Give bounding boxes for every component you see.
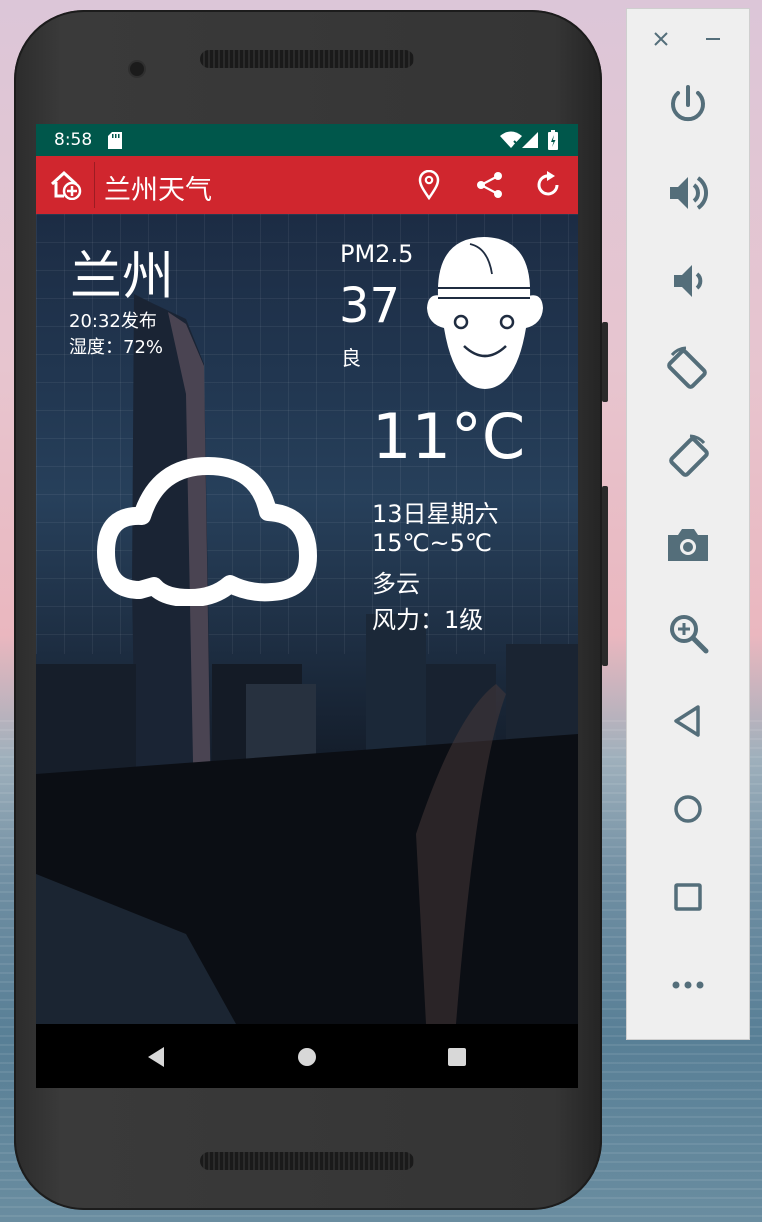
add-city-icon[interactable] — [50, 170, 82, 200]
phone-screen: 8:58 兰州天气 兰州 20:32发布 湿度：72% PM2.5 37 良 1… — [36, 124, 578, 1088]
back-icon[interactable] — [664, 697, 712, 745]
power-icon[interactable] — [664, 81, 712, 129]
emulator-toolbar — [626, 8, 750, 1040]
rotate-right-icon[interactable] — [664, 433, 712, 481]
app-bar-divider — [94, 162, 95, 208]
humidity: 湿度：72% — [69, 337, 164, 358]
status-bar: 8:58 — [36, 124, 578, 156]
status-time: 8:58 — [54, 130, 93, 150]
pm25-value: 37 — [339, 278, 401, 334]
sd-card-icon — [108, 132, 122, 149]
camera-icon[interactable] — [664, 521, 712, 569]
volume-up-icon[interactable] — [664, 169, 712, 217]
current-temperature: 11°C — [372, 400, 526, 473]
app-title: 兰州天气 — [104, 175, 212, 206]
nav-overview-icon[interactable] — [446, 1046, 468, 1068]
date-weekday: 13日星期六 — [372, 500, 499, 528]
power-side-button — [602, 322, 608, 402]
nav-home-icon[interactable] — [296, 1046, 318, 1068]
volume-down-icon[interactable] — [664, 257, 712, 305]
navigation-bar — [36, 1024, 578, 1088]
wind-level: 风力：1级 — [372, 606, 484, 634]
pm25-label: PM2.5 — [340, 240, 414, 268]
volume-side-button — [602, 486, 608, 666]
battery-charging-icon — [548, 130, 558, 150]
air-quality-face-icon — [427, 237, 543, 389]
refresh-icon[interactable] — [536, 171, 562, 199]
share-icon[interactable] — [476, 171, 504, 199]
more-icon[interactable] — [664, 961, 712, 1009]
home-icon[interactable] — [664, 785, 712, 833]
weather-condition: 多云 — [372, 570, 420, 598]
weather-panel: 兰州 20:32发布 湿度：72% PM2.5 37 良 11°C 13日星期六… — [36, 214, 578, 1024]
signal-icon — [522, 132, 538, 148]
location-icon[interactable] — [418, 170, 440, 200]
top-speaker — [200, 50, 414, 68]
bottom-speaker — [200, 1152, 414, 1170]
cloudy-weather-icon — [97, 457, 317, 606]
air-quality-level: 良 — [341, 346, 361, 370]
app-bar: 兰州天气 — [36, 156, 578, 214]
publish-time: 20:32发布 — [69, 311, 157, 332]
temperature-range: 15℃~5℃ — [372, 529, 492, 557]
front-camera — [130, 62, 144, 76]
minimize-icon[interactable] — [705, 31, 721, 47]
nav-back-icon[interactable] — [146, 1046, 166, 1068]
overview-icon[interactable] — [664, 873, 712, 921]
rotate-left-icon[interactable] — [664, 345, 712, 393]
wifi-icon — [500, 131, 522, 148]
close-icon[interactable] — [653, 31, 669, 47]
city-name: 兰州 — [70, 247, 175, 307]
zoom-icon[interactable] — [664, 609, 712, 657]
